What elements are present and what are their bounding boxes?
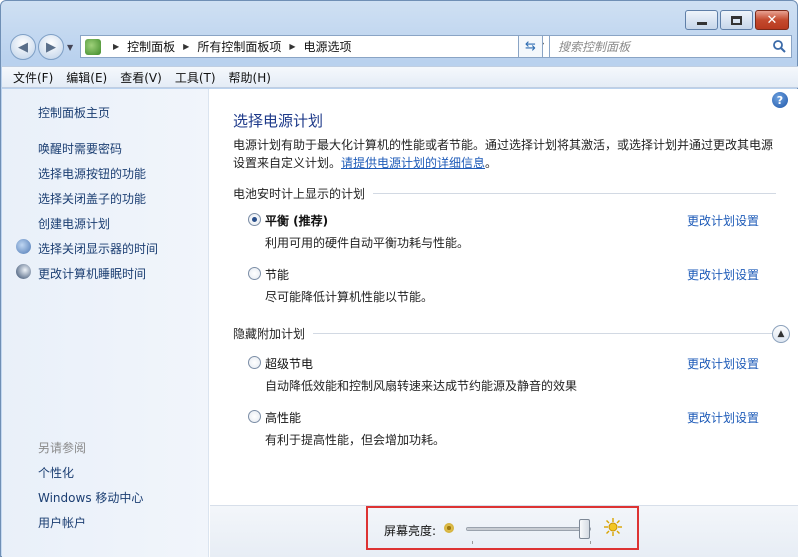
slider-tick (590, 541, 591, 544)
sidebar-link-display-off[interactable]: 选择关闭显示器的时间 (38, 240, 158, 257)
close-icon: ✕ (766, 12, 778, 28)
plan-description: 尽可能降低计算机性能以节能。 (265, 290, 434, 304)
forward-button[interactable]: ▶ (38, 34, 64, 60)
section-battery-meter-plans: 电池安时计上显示的计划 (233, 185, 776, 201)
brightness-bar: 屏幕亮度: (210, 505, 798, 557)
sleep-moon-icon (16, 264, 31, 279)
section-divider (373, 192, 776, 194)
slider-tick (472, 541, 473, 544)
brightness-slider[interactable] (466, 519, 591, 539)
page-description: 电源计划有助于最大化计算机的性能或者节能。通过选择计划将其激活，或选择计划并通过… (233, 136, 778, 172)
breadcrumb-item[interactable]: 所有控制面板项 (197, 38, 281, 55)
minimize-button[interactable] (685, 10, 718, 30)
maximize-icon (731, 15, 742, 25)
menu-tools[interactable]: 工具(T) (175, 69, 216, 86)
refresh-button[interactable]: ⇆ (518, 35, 543, 58)
forward-arrow-icon: ▶ (46, 39, 56, 55)
address-bar[interactable]: ▶ 控制面板 ▶ 所有控制面板项 ▶ 电源选项 ▼ (80, 35, 551, 58)
description-end: 。 (485, 156, 498, 170)
section-hidden-plans: 隐藏附加计划 (233, 325, 776, 341)
section-label: 电池安时计上显示的计划 (233, 186, 366, 201)
change-plan-settings-link[interactable]: 更改计划设置 (687, 212, 759, 229)
plan-radio[interactable] (248, 356, 261, 369)
chevron-up-icon: ▲ (777, 329, 785, 339)
slider-track-fill (467, 528, 590, 530)
plan-name[interactable]: 节能 (265, 266, 289, 283)
plan-description: 有利于提高性能，但会增加功耗。 (265, 433, 446, 447)
search-placeholder: 搜索控制面板 (558, 40, 631, 54)
page-title: 选择电源计划 (233, 112, 324, 130)
breadcrumb-item[interactable]: 控制面板 (127, 38, 175, 55)
content-area: 控制面板主页 唤醒时需要密码 选择电源按钮的功能 选择关闭盖子的功能 创建电源计… (2, 89, 798, 557)
sidebar-link-home[interactable]: 控制面板主页 (38, 104, 110, 121)
control-panel-icon (85, 39, 101, 55)
breadcrumb-arrow-icon[interactable]: ▶ (289, 42, 295, 51)
dim-brightness-icon (444, 523, 454, 533)
recent-pages-chevron-icon[interactable]: ▼ (67, 43, 73, 52)
sidebar-link-wake-password[interactable]: 唤醒时需要密码 (38, 140, 122, 157)
menu-bar: 文件(F) 编辑(E) 查看(V) 工具(T) 帮助(H) (2, 66, 798, 88)
back-arrow-icon: ◀ (18, 39, 28, 55)
sidebar-link-personalize[interactable]: 个性化 (38, 464, 74, 481)
plan-radio[interactable] (248, 410, 261, 423)
plan-details-link[interactable]: 请提供电源计划的详细信息 (341, 156, 485, 170)
section-label: 隐藏附加计划 (233, 326, 306, 341)
window-frame: ✕ ◀ ▶ ▼ ▶ 控制面板 ▶ 所有控制面板项 ▶ 电源选项 ▼ ⇆ 搜索控制… (0, 0, 798, 557)
navigation-bar: ◀ ▶ ▼ ▶ 控制面板 ▶ 所有控制面板项 ▶ 电源选项 ▼ ⇆ 搜索控制面板 (10, 34, 792, 60)
menu-edit[interactable]: 编辑(E) (66, 69, 107, 86)
menu-file[interactable]: 文件(F) (13, 69, 53, 86)
plan-description: 利用可用的硬件自动平衡功耗与性能。 (265, 236, 470, 250)
refresh-icon: ⇆ (525, 39, 536, 54)
slider-thumb[interactable] (579, 519, 590, 539)
sidebar-link-sleep-time[interactable]: 更改计算机睡眠时间 (38, 265, 146, 282)
sidebar-link-create-plan[interactable]: 创建电源计划 (38, 215, 110, 232)
plan-radio[interactable] (248, 267, 261, 280)
minimize-icon (696, 21, 707, 25)
close-button[interactable]: ✕ (755, 10, 789, 30)
caption-buttons: ✕ (685, 10, 789, 30)
breadcrumb-item[interactable]: 电源选项 (304, 38, 352, 55)
brightness-highlight-box: 屏幕亮度: (366, 506, 639, 550)
plan-name[interactable]: 超级节电 (265, 355, 313, 372)
sidebar-link-power-button[interactable]: 选择电源按钮的功能 (38, 165, 146, 182)
section-divider (313, 332, 776, 334)
plan-description: 自动降低效能和控制风扇转速来达成节约能源及静音的效果 (265, 379, 578, 393)
menu-help[interactable]: 帮助(H) (229, 69, 271, 86)
bright-sun-icon (604, 518, 622, 536)
sidebar-link-user-accounts[interactable]: 用户帐户 (38, 514, 86, 531)
sidebar-link-close-lid[interactable]: 选择关闭盖子的功能 (38, 190, 146, 207)
plan-radio[interactable] (248, 213, 261, 226)
change-plan-settings-link[interactable]: 更改计划设置 (687, 355, 759, 372)
left-pane: 控制面板主页 唤醒时需要密码 选择电源按钮的功能 选择关闭盖子的功能 创建电源计… (2, 89, 209, 557)
help-icon[interactable]: ? (772, 92, 788, 108)
see-also-heading: 另请参阅 (38, 441, 87, 455)
plan-name[interactable]: 平衡 (推荐) (265, 212, 328, 229)
description-text: 电源计划有助于最大化计算机的性能或者节能。通过选择计划将其激活，或选择计划并通过… (233, 138, 774, 170)
sidebar-link-mobility-center[interactable]: Windows 移动中心 (38, 489, 143, 506)
breadcrumb-arrow-icon[interactable]: ▶ (183, 42, 189, 51)
search-icon[interactable] (772, 39, 786, 53)
menu-view[interactable]: 查看(V) (120, 69, 162, 86)
change-plan-settings-link[interactable]: 更改计划设置 (687, 266, 759, 283)
display-off-icon (16, 239, 31, 254)
change-plan-settings-link[interactable]: 更改计划设置 (687, 409, 759, 426)
brightness-label: 屏幕亮度: (384, 524, 437, 538)
back-button[interactable]: ◀ (10, 34, 36, 60)
maximize-button[interactable] (720, 10, 753, 30)
plan-name[interactable]: 高性能 (265, 409, 301, 426)
search-input[interactable]: 搜索控制面板 (549, 35, 792, 58)
radio-selected-dot (252, 217, 257, 222)
main-pane: ? 选择电源计划 电源计划有助于最大化计算机的性能或者节能。通过选择计划将其激活… (210, 89, 798, 557)
breadcrumb-arrow-icon[interactable]: ▶ (113, 42, 119, 51)
collapse-section-button[interactable]: ▲ (772, 325, 790, 343)
